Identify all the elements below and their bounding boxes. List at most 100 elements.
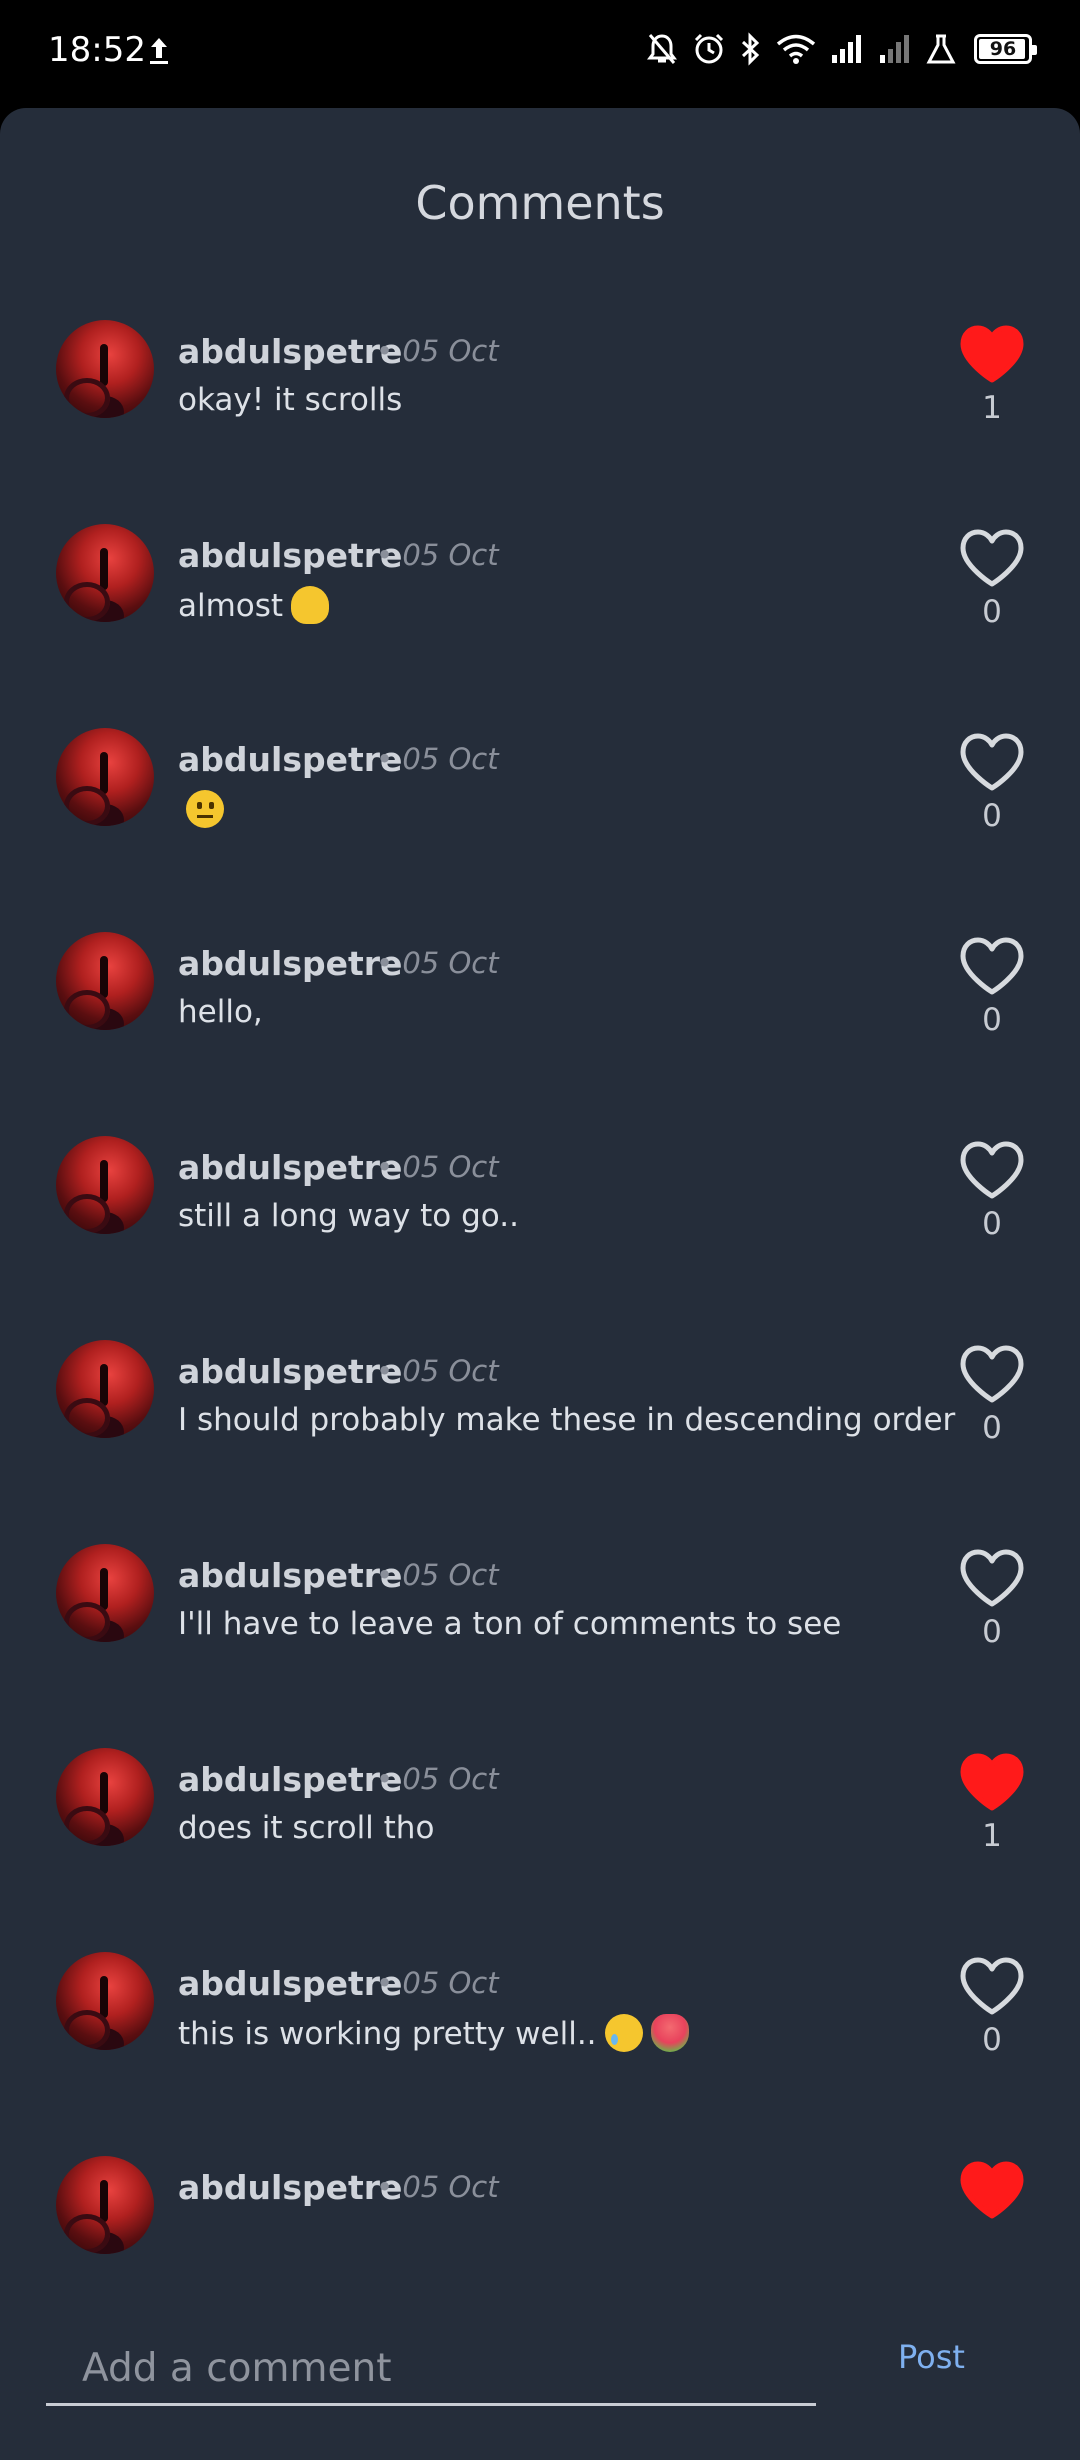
heart-icon[interactable] (958, 2160, 1026, 2220)
comment-text: hello, (178, 994, 263, 1030)
comment-text (178, 790, 224, 828)
comment-username[interactable]: abdulspetre (178, 332, 402, 371)
heart-icon[interactable] (958, 528, 1026, 588)
comment-text-content: okay! it scrolls (178, 382, 403, 418)
comment-date: • 05 Oct (376, 742, 499, 776)
like-count: 0 (982, 1410, 1002, 1446)
comment-item: abdulspetre • 05 Oct does it scroll tho … (0, 1748, 1080, 1952)
heart-icon[interactable] (958, 1956, 1026, 2016)
comment-text: this is working pretty well.. (178, 2014, 689, 2052)
comment-date: • 05 Oct (376, 538, 499, 572)
melting-face-emoji-icon (291, 586, 330, 624)
like-count: 0 (982, 1614, 1002, 1650)
avatar[interactable] (56, 1340, 154, 1438)
status-time: 18:52 (48, 30, 146, 70)
like-count: 0 (982, 798, 1002, 834)
comment-date: • 05 Oct (376, 2170, 499, 2204)
comment-date: • 05 Oct (376, 1966, 499, 2000)
alarm-icon (694, 33, 724, 64)
comment-username[interactable]: abdulspetre (178, 1964, 402, 2003)
like-count: 1 (982, 1818, 1002, 1854)
like-count: 0 (982, 594, 1002, 630)
avatar[interactable] (56, 728, 154, 826)
comment-text-content: hello, (178, 994, 263, 1030)
comment-text: almost (178, 586, 330, 624)
avatar[interactable] (56, 1544, 154, 1642)
notifications-off-icon (647, 34, 677, 64)
comment-username[interactable]: abdulspetre (178, 536, 402, 575)
comment-username[interactable]: abdulspetre (178, 1760, 402, 1799)
comment-item: abdulspetre • 05 Oct 0 (0, 728, 1080, 932)
post-button[interactable]: Post (898, 2338, 965, 2376)
holding-back-tears-face-emoji-icon (604, 2014, 643, 2052)
comment-date: • 05 Oct (376, 946, 499, 980)
comment-text: does it scroll tho (178, 1810, 434, 1846)
comment-item: abdulspetre • 05 Oct I should probably m… (0, 1340, 1080, 1544)
comment-text: I'll have to leave a ton of comments to … (178, 1606, 841, 1642)
bouquet-emoji-icon (650, 2014, 689, 2052)
avatar[interactable] (56, 1136, 154, 1234)
comment-text-content: almost (178, 588, 284, 624)
status-icons: 96 (646, 32, 1037, 66)
comments-sheet: Comments abdulspetre • 05 Oct okay! it s… (0, 108, 1080, 2460)
like-count: 0 (982, 2022, 1002, 2058)
wifi-icon (776, 34, 816, 64)
comment-item: abdulspetre • 05 Oct I'll have to leave … (0, 1544, 1080, 1748)
comment-text-content: does it scroll tho (178, 1810, 435, 1846)
comment-item: abdulspetre • 05 Oct hello, 0 (0, 932, 1080, 1136)
heart-icon[interactable] (958, 1548, 1026, 1608)
comment-composer: Post (0, 2298, 1080, 2460)
comment-username[interactable]: abdulspetre (178, 1352, 402, 1391)
battery-level: 96 (989, 38, 1017, 60)
avatar[interactable] (56, 2156, 154, 2254)
comment-list[interactable]: abdulspetre • 05 Oct okay! it scrolls 1 … (0, 320, 1080, 2298)
comment-date: • 05 Oct (376, 1150, 499, 1184)
comment-text: still a long way to go.. (178, 1198, 519, 1234)
signal-strong-icon (832, 35, 861, 63)
signal-weak-icon (880, 35, 909, 63)
lab-flask-icon (926, 34, 956, 64)
like-count: 0 (982, 1206, 1002, 1242)
upload-icon (150, 38, 168, 64)
comment-date: • 05 Oct (376, 1354, 499, 1388)
heart-icon[interactable] (958, 324, 1026, 384)
comment-date: • 05 Oct (376, 334, 499, 368)
comment-username[interactable]: abdulspetre (178, 1148, 402, 1187)
like-count: 0 (982, 1002, 1002, 1038)
battery-nub (1032, 45, 1037, 55)
neutral-face-emoji-icon (186, 790, 224, 828)
comment-item: abdulspetre • 05 Oct (0, 2156, 1080, 2298)
avatar[interactable] (56, 1748, 154, 1846)
status-bar: 18:52 96 (0, 0, 1080, 108)
heart-icon[interactable] (958, 936, 1026, 996)
comment-item: abdulspetre • 05 Oct almost 0 (0, 524, 1080, 728)
comment-text: I should probably make these in descendi… (178, 1402, 955, 1438)
comment-date: • 05 Oct (376, 1762, 499, 1796)
avatar[interactable] (56, 1952, 154, 2050)
sheet-title: Comments (415, 176, 665, 230)
battery-indicator: 96 (974, 34, 1037, 64)
like-count: 1 (982, 390, 1002, 426)
avatar[interactable] (56, 932, 154, 1030)
comment-item: abdulspetre • 05 Oct still a long way to… (0, 1136, 1080, 1340)
comment-username[interactable]: abdulspetre (178, 2168, 402, 2207)
avatar[interactable] (56, 320, 154, 418)
comment-username[interactable]: abdulspetre (178, 740, 402, 779)
comment-input[interactable] (46, 2334, 816, 2406)
bluetooth-icon (741, 32, 760, 66)
comment-text: okay! it scrolls (178, 382, 402, 418)
comment-text-content: I'll have to leave a ton of comments to … (178, 1606, 842, 1642)
comment-text-content: still a long way to go.. (178, 1198, 519, 1234)
comment-item: abdulspetre • 05 Oct okay! it scrolls 1 (0, 320, 1080, 524)
heart-icon[interactable] (958, 732, 1026, 792)
heart-icon[interactable] (958, 1752, 1026, 1812)
comment-username[interactable]: abdulspetre (178, 1556, 402, 1595)
comment-date: • 05 Oct (376, 1558, 499, 1592)
comment-text-content: I should probably make these in descendi… (178, 1402, 956, 1438)
comment-username[interactable]: abdulspetre (178, 944, 402, 983)
comment-item: abdulspetre • 05 Oct this is working pre… (0, 1952, 1080, 2156)
avatar[interactable] (56, 524, 154, 622)
heart-icon[interactable] (958, 1344, 1026, 1404)
heart-icon[interactable] (958, 1140, 1026, 1200)
comment-text-content: this is working pretty well.. (178, 2016, 597, 2052)
